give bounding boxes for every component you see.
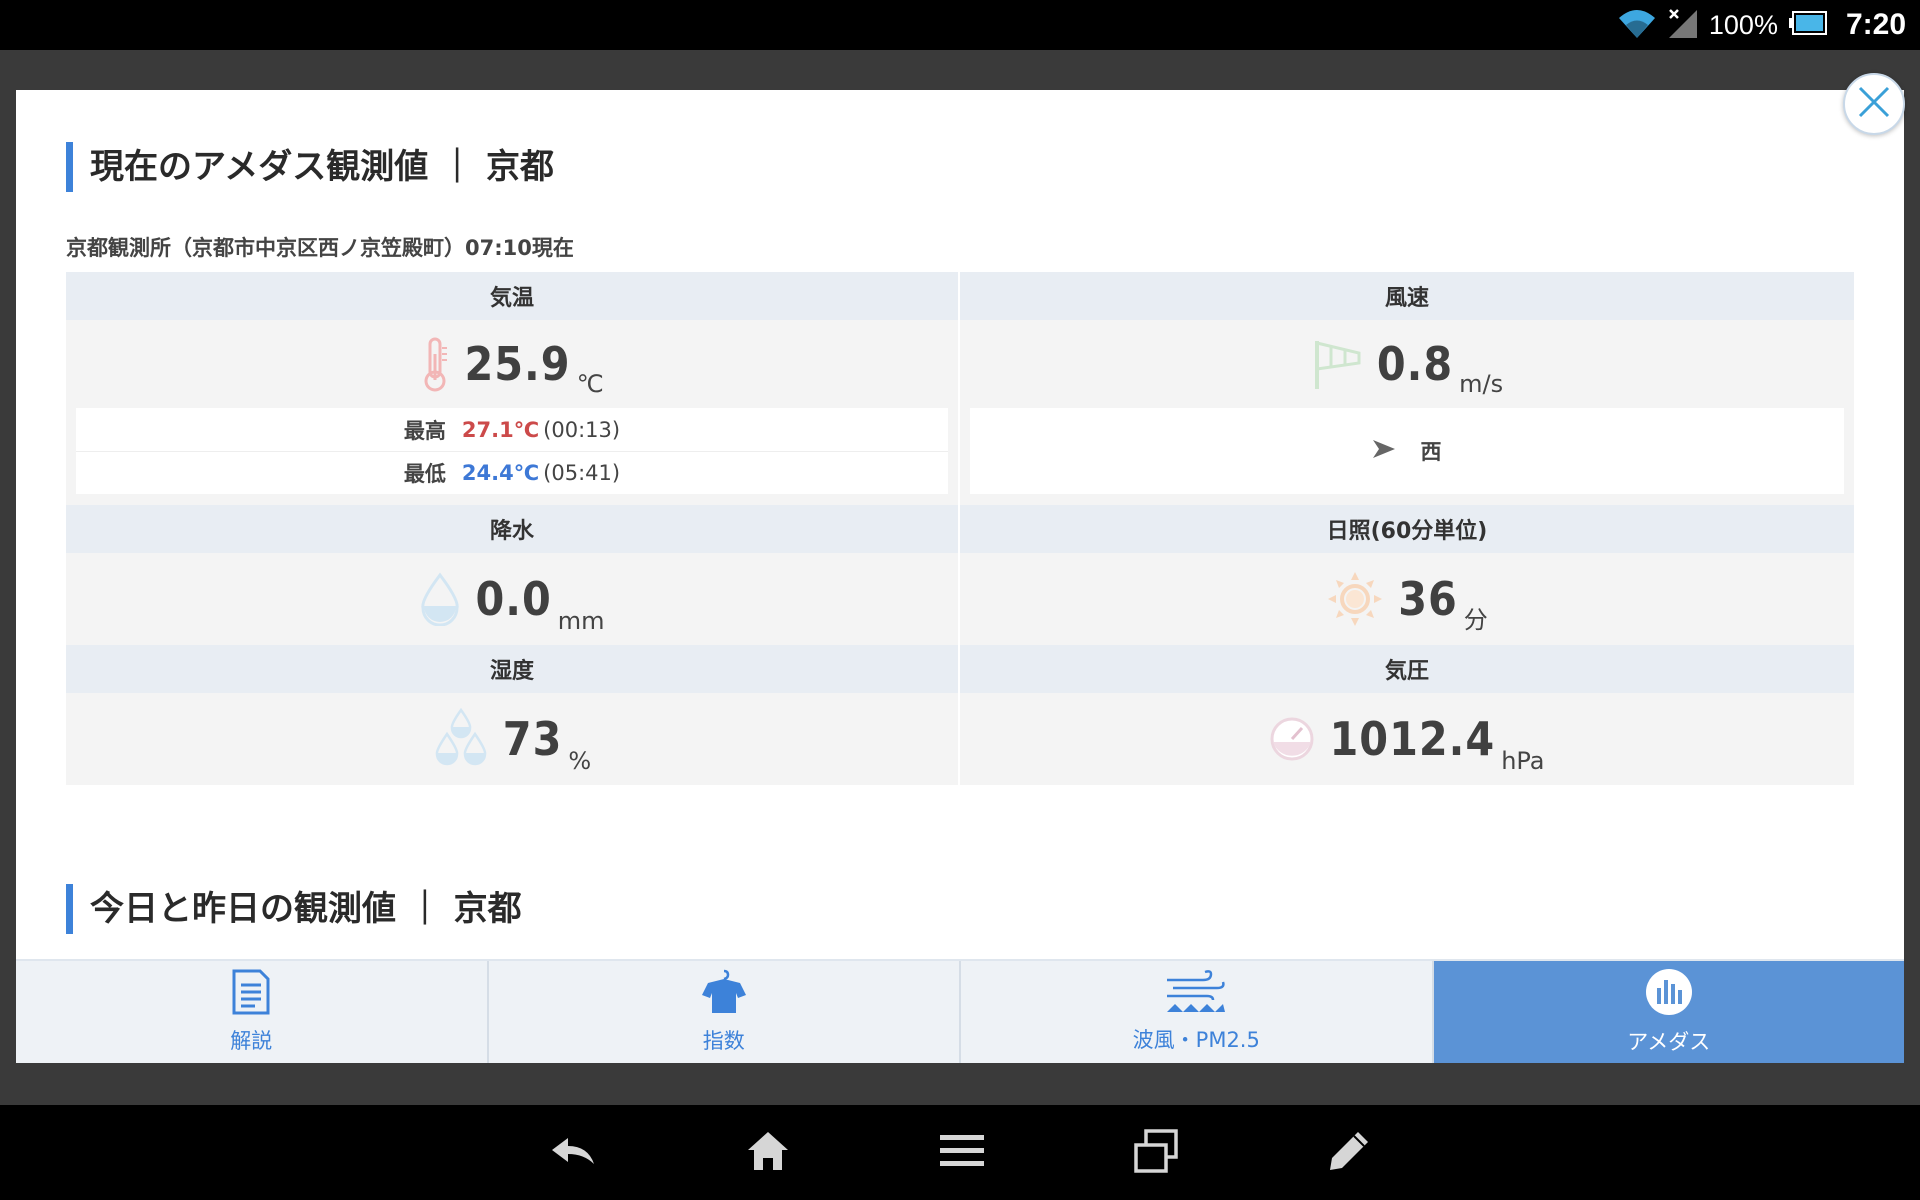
pressure-label: 気圧 [960, 645, 1854, 693]
bottom-tab-bar: 解説 指数 波風・PM2.5 アメダス [16, 959, 1904, 1063]
wind-cell: 風速 0.8 m/s 西 [960, 272, 1854, 505]
back-icon [550, 1134, 596, 1172]
wind-direction-value: 西 [1420, 440, 1442, 464]
pressure-value: 1012.4 [1329, 712, 1496, 766]
current-observation-title: 現在のアメダス観測値 ｜ 京都 [66, 142, 554, 192]
close-button[interactable] [1843, 73, 1905, 135]
temperature-value: 25.9 [464, 337, 571, 391]
wifi-icon [1617, 6, 1657, 44]
humidity-unit: % [568, 747, 592, 775]
windsock-icon [1311, 337, 1363, 391]
temperature-unit: ℃ [576, 370, 604, 398]
sunshine-unit: 分 [1463, 606, 1488, 634]
min-temperature-time: (05:41) [543, 461, 621, 485]
sunshine-value: 36 [1398, 572, 1458, 626]
droplets-icon [433, 708, 489, 770]
precipitation-unit: mm [557, 607, 605, 635]
bar-chart-icon [1645, 968, 1693, 1020]
wind-wave-icon [1165, 970, 1227, 1018]
precipitation-label: 降水 [66, 505, 958, 553]
sunshine-label: 日照(60分単位) [960, 505, 1854, 553]
document-icon [231, 969, 271, 1019]
max-temperature-row: 最高 27.1℃ (00:13) [76, 408, 948, 451]
status-bar: 100% 7:20 [0, 0, 1920, 50]
max-temperature-value: 27.1℃ [461, 417, 540, 442]
humidity-value: 73 [502, 712, 563, 766]
humidity-cell: 湿度 73 % [66, 645, 960, 785]
menu-icon [940, 1133, 984, 1173]
pencil-icon [1328, 1130, 1370, 1176]
thermometer-icon [420, 336, 450, 392]
battery-icon [1788, 11, 1828, 39]
humidity-label: 湿度 [66, 645, 958, 693]
wind-speed-unit: m/s [1459, 370, 1504, 398]
wind-direction-box: 西 [970, 408, 1844, 494]
tab-amedas-label: アメダス [1627, 1030, 1711, 1054]
sunshine-cell: 日照(60分単位) 36 分 [960, 505, 1854, 645]
amedas-panel: 現在のアメダス観測値 ｜ 京都 京都観測所（京都市中京区西ノ京笠殿町）07:10… [16, 90, 1904, 1063]
temperature-extremes: 最高 27.1℃ (00:13) 最低 24.4℃ (05:41) [76, 408, 948, 494]
min-label: 最低 [403, 462, 446, 486]
barometer-icon [1269, 716, 1315, 762]
system-nav-bar [0, 1105, 1920, 1200]
clock: 7:20 [1845, 8, 1906, 41]
sun-icon [1326, 570, 1384, 628]
precipitation-value: 0.0 [475, 572, 552, 626]
min-temperature-row: 最低 24.4℃ (05:41) [76, 451, 948, 494]
shirt-icon [700, 969, 748, 1019]
raindrop-icon [419, 572, 461, 626]
close-icon [1857, 85, 1891, 123]
menu-button[interactable] [940, 1114, 984, 1192]
max-temperature-time: (00:13) [543, 417, 621, 442]
temperature-label: 気温 [66, 272, 958, 320]
pressure-unit: hPa [1501, 747, 1545, 775]
tab-wave-wind-pm25[interactable]: 波風・PM2.5 [961, 961, 1434, 1063]
wind-speed-value: 0.8 [1376, 337, 1454, 391]
wind-direction-arrow-icon [1372, 440, 1395, 462]
min-temperature-value: 24.4℃ [461, 461, 540, 485]
tab-explanation-label: 解説 [230, 1029, 273, 1053]
max-label: 最高 [403, 418, 446, 443]
tab-wave-wind-pm25-label: 波風・PM2.5 [1132, 1028, 1260, 1052]
recent-apps-icon [1134, 1128, 1178, 1177]
tab-index-label: 指数 [702, 1029, 745, 1053]
pressure-cell: 気圧 1012.4 hPa [960, 645, 1854, 785]
home-button[interactable] [746, 1114, 790, 1192]
signal-icon [1667, 6, 1699, 44]
tab-amedas[interactable]: アメダス [1433, 961, 1904, 1063]
edit-button[interactable] [1328, 1114, 1370, 1192]
observation-grid: 気温 25.9 ℃ 最高 27.1℃ (00:13) 最低 24.4℃ (05:… [66, 272, 1854, 785]
precipitation-cell: 降水 0.0 mm [66, 505, 960, 645]
station-info: 京都観測所（京都市中京区西ノ京笠殿町）07:10現在 [66, 236, 574, 260]
recent-apps-button[interactable] [1134, 1114, 1178, 1192]
tab-index[interactable]: 指数 [488, 961, 961, 1063]
temperature-cell: 気温 25.9 ℃ 最高 27.1℃ (00:13) 最低 24.4℃ (05:… [66, 272, 960, 505]
home-icon [746, 1130, 790, 1176]
tab-explanation[interactable]: 解説 [16, 961, 489, 1063]
history-observation-title: 今日と昨日の観測値 ｜ 京都 [66, 884, 522, 934]
wind-label: 風速 [960, 272, 1854, 320]
back-button[interactable] [550, 1114, 596, 1192]
battery-percent: 100% [1708, 9, 1778, 40]
